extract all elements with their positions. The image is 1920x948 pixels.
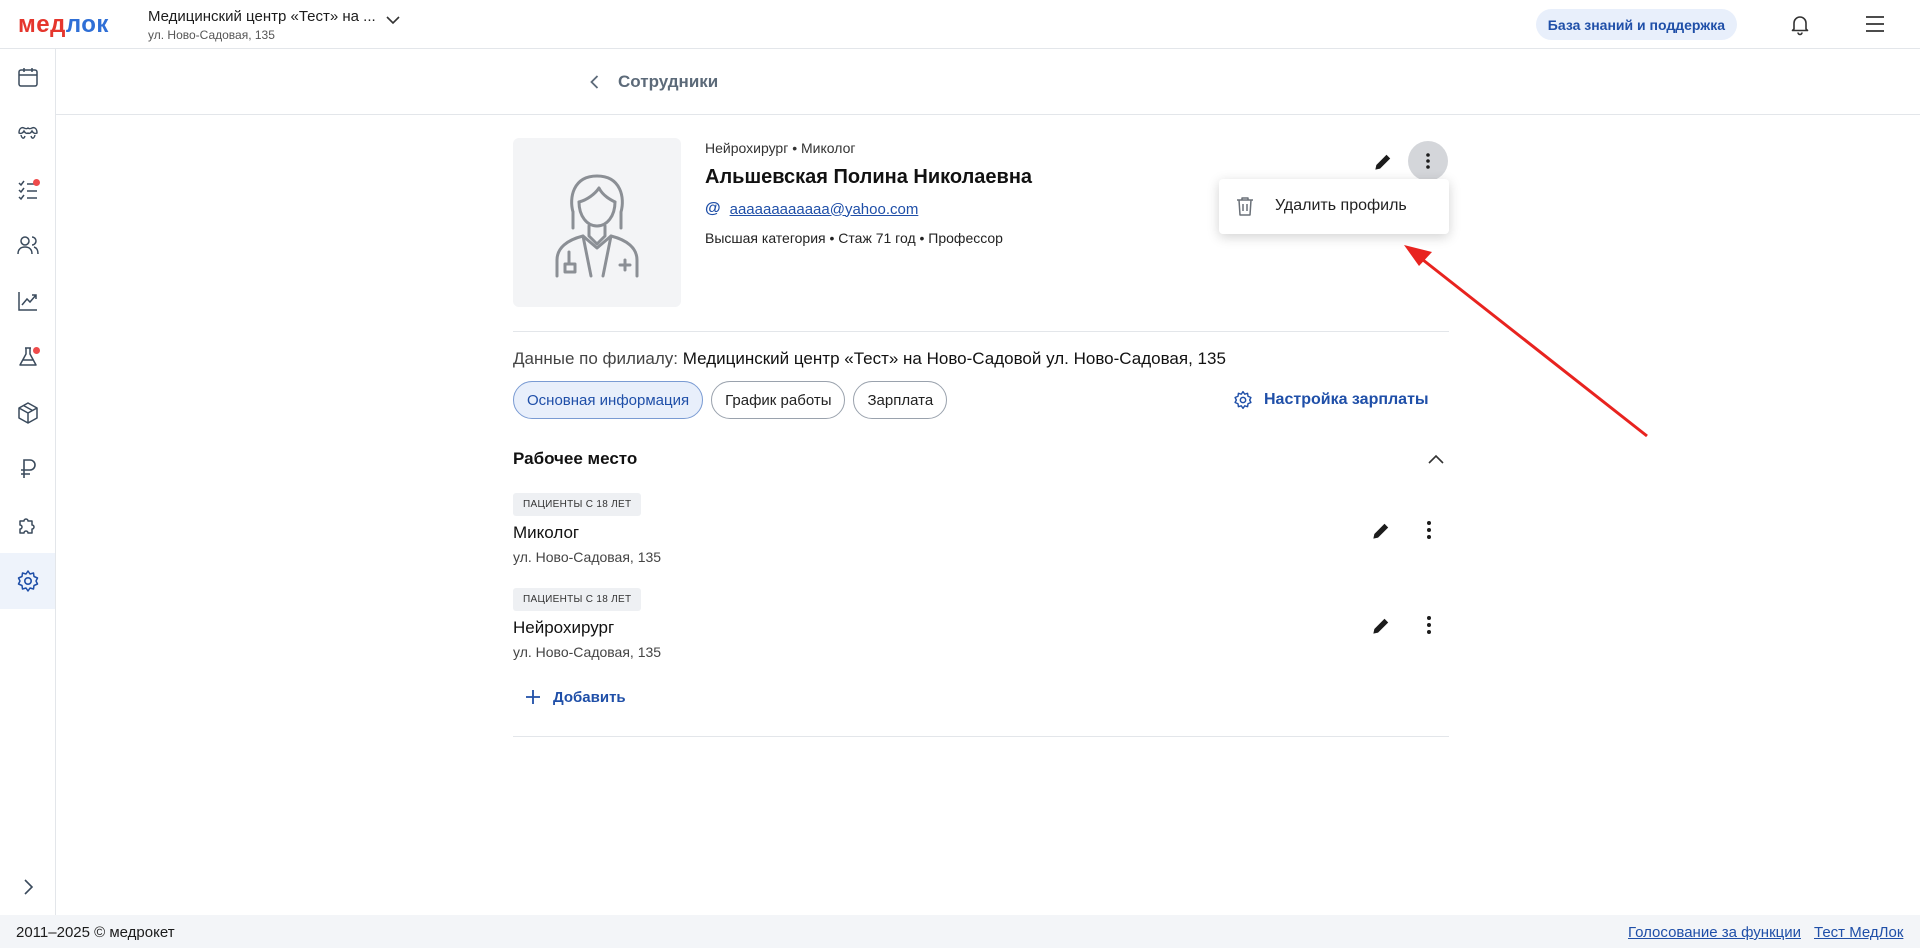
workplace-section-title: Рабочее место: [513, 449, 638, 468]
back-to-employees[interactable]: Сотрудники: [586, 72, 718, 92]
gear-icon: [17, 570, 38, 592]
sidebar-item-dental[interactable]: [0, 105, 55, 161]
footer: 2011–2025 © медрокет Голосование за функ…: [0, 915, 1920, 948]
pencil-icon[interactable]: [1368, 612, 1394, 638]
age-badge: ПАЦИЕНТЫ С 18 ЛЕТ: [513, 493, 642, 516]
notification-dot: [33, 179, 40, 186]
app-root: медлок Медицинский центр «Тест» на ... у…: [0, 0, 1920, 948]
tooth-icon: [17, 126, 38, 139]
employee-full-name: Альшевская Полина Николаевна: [705, 166, 1033, 188]
puzzle-icon: [18, 518, 35, 534]
calendar-icon: [17, 68, 38, 87]
workplace-address: ул. Ново-Садовая, 135: [513, 549, 662, 565]
users-icon: [16, 236, 39, 255]
workplace-name: Миколог: [513, 523, 580, 542]
divider: [513, 331, 1449, 332]
chart-icon: [17, 292, 37, 311]
chevron-down-icon[interactable]: [385, 12, 401, 28]
gear-icon: [1234, 390, 1252, 410]
add-label: Добавить: [553, 688, 626, 706]
at-icon: @: [705, 200, 721, 217]
edit-profile-button[interactable]: [1369, 148, 1397, 176]
branch-value: Медицинский центр «Тест» на Ново-Садовой…: [682, 349, 1226, 368]
divider: [513, 736, 1449, 737]
more-vertical-icon[interactable]: [1416, 517, 1442, 543]
knowledge-base-button[interactable]: База знаний и поддержка: [1535, 9, 1737, 40]
clinic-address: ул. Ново-Садовая, 135: [148, 28, 275, 42]
chevron-right-icon[interactable]: [16, 875, 40, 899]
list-item: ПАЦИЕНТЫ С 18 ЛЕТ Нейрохирург ул. Ново-С…: [513, 588, 1449, 668]
add-workplace-button[interactable]: Добавить: [524, 688, 626, 706]
box-icon: [17, 402, 38, 424]
age-badge: ПАЦИЕНТЫ С 18 ЛЕТ: [513, 588, 642, 611]
sidebar-item-lab[interactable]: [0, 329, 55, 385]
profile-tabs: Основная информация График работы Зарпла…: [513, 381, 948, 419]
sidebar-item-tasks[interactable]: [0, 161, 55, 217]
workplace-name: Нейрохирург: [513, 618, 615, 637]
clinic-name: Медицинский центр «Тест» на ...: [148, 8, 376, 25]
salary-settings-label: Настройка зарплаты: [1264, 391, 1429, 408]
vote-features-link[interactable]: Голосование за функции: [1628, 924, 1801, 941]
employee-meta: Высшая категория • Стаж 71 год • Професс…: [705, 230, 1003, 246]
delete-profile-item[interactable]: Удалить профиль: [1219, 179, 1449, 234]
sidebar-item-analytics[interactable]: [0, 273, 55, 329]
doctor-avatar-icon: [555, 174, 639, 277]
branch-label: Данные по филиалу:: [513, 349, 679, 368]
workplace-address: ул. Ново-Садовая, 135: [513, 644, 662, 660]
profile-more-button[interactable]: [1408, 141, 1448, 181]
clinic-selector[interactable]: Медицинский центр «Тест» на ... ул. Ново…: [148, 8, 376, 43]
menu-icon[interactable]: [1864, 13, 1886, 35]
delete-profile-label: Удалить профиль: [1275, 197, 1407, 214]
sidebar-item-finance[interactable]: [0, 441, 55, 497]
sidebar-item-integrations[interactable]: [0, 497, 55, 553]
more-vertical-icon[interactable]: [1416, 612, 1442, 638]
tab-schedule[interactable]: График работы: [711, 381, 846, 419]
sidebar-item-warehouse[interactable]: [0, 385, 55, 441]
email-row: @ aaaaaaaaaaaa@yahoo.com: [705, 200, 918, 218]
tab-salary[interactable]: Зарплата: [853, 381, 948, 419]
pencil-icon: [1375, 154, 1391, 170]
avatar[interactable]: [513, 138, 681, 307]
plus-icon: [526, 690, 540, 704]
annotation-arrow: [1404, 245, 1648, 438]
profile-context-menu: Удалить профиль: [1219, 179, 1449, 234]
email-link[interactable]: aaaaaaaaaaaa@yahoo.com: [730, 201, 919, 218]
branch-info: Данные по филиалу: Медицинский центр «Те…: [513, 349, 1226, 369]
tab-main-info[interactable]: Основная информация: [513, 381, 704, 419]
sidebar: [0, 49, 56, 915]
sidebar-item-settings[interactable]: [0, 553, 55, 609]
copyright: 2011–2025 © медрокет: [16, 924, 175, 941]
chevron-left-icon: [590, 75, 599, 89]
top-header: медлок Медицинский центр «Тест» на ... у…: [0, 0, 1920, 49]
logo[interactable]: медлок: [18, 11, 109, 39]
trash-icon: [1237, 197, 1253, 216]
test-medlok-link[interactable]: Тест МедЛок: [1814, 924, 1903, 941]
ruble-icon: [20, 459, 36, 478]
salary-settings-button[interactable]: Настройка зарплаты: [1233, 390, 1429, 410]
pencil-icon[interactable]: [1368, 517, 1394, 543]
notification-dot: [33, 347, 40, 354]
content-header: Сотрудники: [56, 49, 1920, 115]
list-item: ПАЦИЕНТЫ С 18 ЛЕТ Миколог ул. Ново-Садов…: [513, 493, 1449, 573]
sidebar-item-calendar[interactable]: [0, 49, 55, 105]
bell-icon[interactable]: [1788, 12, 1812, 36]
more-vertical-icon: [1426, 153, 1430, 169]
chevron-up-icon[interactable]: [1426, 449, 1446, 469]
breadcrumb-label: Сотрудники: [618, 72, 719, 91]
sidebar-item-users[interactable]: [0, 217, 55, 273]
specialties: Нейрохирург • Миколог: [705, 140, 856, 156]
